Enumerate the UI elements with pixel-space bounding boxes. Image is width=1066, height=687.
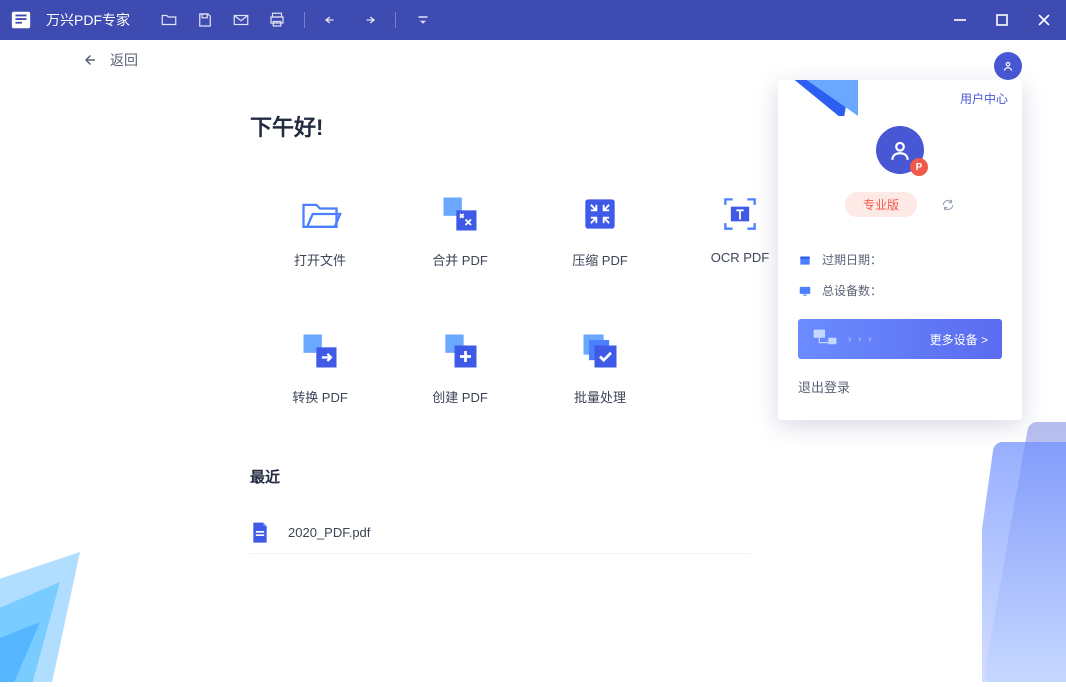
open-file-icon <box>298 192 342 236</box>
avatar-wrap: P <box>778 126 1022 174</box>
tool-label: 打开文件 <box>294 250 346 269</box>
mail-icon[interactable] <box>232 11 250 29</box>
recent-file-name: 2020_PDF.pdf <box>288 525 370 540</box>
tool-merge-pdf[interactable]: 合并 PDF <box>390 192 530 269</box>
back-arrow-icon[interactable] <box>80 51 98 69</box>
app-title: 万兴PDF专家 <box>46 10 130 30</box>
tool-label: 压缩 PDF <box>572 250 628 269</box>
user-fab-button[interactable] <box>994 52 1022 80</box>
save-icon[interactable] <box>196 11 214 29</box>
devices-row: 总设备数： <box>778 282 1022 299</box>
user-panel: 用户中心 P 专业版 过期日期： 总设备数： › › › 更多设备 > 退出登录 <box>778 80 1022 420</box>
user-panel-header: 用户中心 <box>778 80 1022 116</box>
merge-pdf-icon <box>438 192 482 236</box>
print-icon[interactable] <box>268 11 286 29</box>
pdf-file-icon <box>250 521 270 543</box>
convert-pdf-icon <box>298 329 342 373</box>
tool-open-file[interactable]: 打开文件 <box>250 192 390 269</box>
expiry-row: 过期日期： <box>778 251 1022 268</box>
back-label[interactable]: 返回 <box>110 50 138 70</box>
user-center-link[interactable]: 用户中心 <box>960 90 1008 107</box>
tool-label: OCR PDF <box>711 250 770 265</box>
devices-network-icon <box>812 328 838 350</box>
maximize-button[interactable] <box>990 8 1014 32</box>
open-folder-icon[interactable] <box>160 11 178 29</box>
recent-section: 最近 2020_PDF.pdf <box>250 466 1066 554</box>
pro-badge: P <box>910 158 928 176</box>
tool-compress-pdf[interactable]: 压缩 PDF <box>530 192 670 269</box>
tool-batch-process[interactable]: 批量处理 <box>530 329 670 406</box>
logout-link[interactable]: 退出登录 <box>778 377 1022 416</box>
decoration-triangle-icon <box>798 80 858 116</box>
minimize-button[interactable] <box>948 8 972 32</box>
undo-icon[interactable] <box>323 11 341 29</box>
redo-icon[interactable] <box>359 11 377 29</box>
compress-pdf-icon <box>578 192 622 236</box>
more-devices-button[interactable]: › › › 更多设备 > <box>798 319 1002 359</box>
recent-file-row[interactable]: 2020_PDF.pdf <box>250 511 750 554</box>
toolbar-separator <box>395 12 396 28</box>
tool-label: 创建 PDF <box>432 387 488 406</box>
monitor-icon <box>798 284 812 298</box>
refresh-icon[interactable] <box>941 198 955 212</box>
devices-label: 总设备数： <box>822 282 882 299</box>
tool-create-pdf[interactable]: 创建 PDF <box>390 329 530 406</box>
more-devices-label: 更多设备 > <box>930 331 988 348</box>
batch-process-icon <box>578 329 622 373</box>
recent-title: 最近 <box>250 466 1066 487</box>
tool-label: 合并 PDF <box>432 250 488 269</box>
ocr-pdf-icon <box>718 192 762 236</box>
create-pdf-icon <box>438 329 482 373</box>
pro-plan-pill: 专业版 <box>845 192 917 217</box>
expiry-label: 过期日期： <box>822 251 882 268</box>
user-avatar[interactable]: P <box>876 126 924 174</box>
titlebar: 万兴PDF专家 <box>0 0 1066 40</box>
tool-label: 转换 PDF <box>292 387 348 406</box>
dots-icon: › › › <box>848 334 874 345</box>
tool-convert-pdf[interactable]: 转换 PDF <box>250 329 390 406</box>
calendar-icon <box>798 253 812 267</box>
tool-label: 批量处理 <box>574 387 626 406</box>
dropdown-icon[interactable] <box>414 11 432 29</box>
toolbar-separator <box>304 12 305 28</box>
toolbar-icons <box>160 11 432 29</box>
breadcrumb-bar: 返回 <box>0 40 1066 80</box>
window-controls <box>948 8 1056 32</box>
app-logo-icon <box>10 9 32 31</box>
plan-row: 专业版 <box>778 192 1022 217</box>
close-button[interactable] <box>1032 8 1056 32</box>
